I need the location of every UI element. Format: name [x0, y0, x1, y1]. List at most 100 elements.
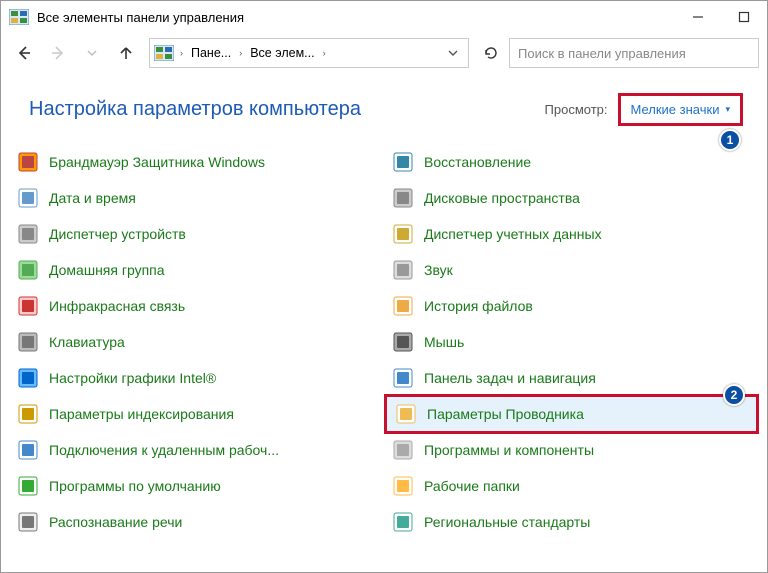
device-manager-icon: [17, 223, 39, 245]
maximize-button[interactable]: [721, 1, 767, 33]
homegroup-icon: [17, 259, 39, 281]
back-button[interactable]: [9, 38, 39, 68]
breadcrumb-item-0[interactable]: Пане...: [187, 46, 235, 60]
intel-graphics-icon: [17, 367, 39, 389]
control-panel-item[interactable]: Клавиатура: [9, 324, 384, 360]
control-panel-item[interactable]: Программы по умолчанию: [9, 468, 384, 504]
control-panel-item-label: Рабочие папки: [424, 478, 520, 494]
breadcrumb-dropdown[interactable]: [442, 46, 464, 61]
control-panel-item[interactable]: Подключения к удаленным рабоч...: [9, 432, 384, 468]
control-panel-item[interactable]: Звук: [384, 252, 759, 288]
firewall-icon: [17, 151, 39, 173]
refresh-button[interactable]: [477, 38, 505, 68]
control-panel-window: Все элементы панели управления › Пане...…: [0, 0, 768, 573]
control-panel-item[interactable]: Инфракрасная связь: [9, 288, 384, 324]
control-panel-item[interactable]: Диспетчер учетных данных: [384, 216, 759, 252]
chevron-down-icon: ▾: [725, 104, 730, 115]
forward-button[interactable]: [43, 38, 73, 68]
breadcrumb-label: Пане...: [191, 46, 231, 60]
control-panel-item[interactable]: Настройки графики Intel®: [9, 360, 384, 396]
control-panel-item[interactable]: Домашняя группа: [9, 252, 384, 288]
control-panel-item[interactable]: Брандмауэр Защитника Windows: [9, 144, 384, 180]
chevron-right-icon[interactable]: ›: [178, 48, 185, 58]
search-placeholder: Поиск в панели управления: [518, 46, 686, 61]
control-panel-item-label: Дисковые пространства: [424, 190, 580, 206]
recent-dropdown[interactable]: [77, 38, 107, 68]
datetime-icon: [17, 187, 39, 209]
control-panel-icon: [9, 9, 29, 25]
control-panel-item-label: Восстановление: [424, 154, 531, 170]
breadcrumb-item-1[interactable]: Все элем...: [246, 46, 318, 60]
taskbar-icon: [392, 367, 414, 389]
control-panel-item-label: Дата и время: [49, 190, 136, 206]
control-panel-item[interactable]: Восстановление: [384, 144, 759, 180]
view-by-value: Мелкие значки: [631, 102, 720, 117]
control-panel-item-label: Домашняя группа: [49, 262, 165, 278]
control-panel-item-label: Подключения к удаленным рабоч...: [49, 442, 279, 458]
control-panel-item-label: Параметры индексирования: [49, 406, 234, 422]
search-input[interactable]: Поиск в панели управления: [509, 38, 759, 68]
control-panel-item-label: Программы и компоненты: [424, 442, 594, 458]
storage-spaces-icon: [392, 187, 414, 209]
control-panel-item-label: Параметры Проводника: [427, 406, 584, 422]
control-panel-item-label: Брандмауэр Защитника Windows: [49, 154, 265, 170]
control-panel-item-label: Распознавание речи: [49, 514, 182, 530]
keyboard-icon: [17, 331, 39, 353]
control-panel-item[interactable]: Панель задач и навигация: [384, 360, 759, 396]
explorer-options-icon: [395, 403, 417, 425]
minimize-button[interactable]: [675, 1, 721, 33]
control-panel-item-label: Инфракрасная связь: [49, 298, 185, 314]
indexing-icon: [17, 403, 39, 425]
control-panel-item-label: Звук: [424, 262, 453, 278]
control-panel-item-label: Региональные стандарты: [424, 514, 590, 530]
chevron-right-icon[interactable]: ›: [237, 48, 244, 58]
control-panel-item-label: История файлов: [424, 298, 533, 314]
work-folders-icon: [392, 475, 414, 497]
control-panel-item[interactable]: Параметры индексирования: [9, 396, 384, 432]
file-history-icon: [392, 295, 414, 317]
control-panel-item[interactable]: Программы и компоненты: [384, 432, 759, 468]
control-panel-item[interactable]: Диспетчер устройств: [9, 216, 384, 252]
control-panel-item-label: Настройки графики Intel®: [49, 370, 216, 386]
region-icon: [392, 511, 414, 533]
control-panel-item[interactable]: История файлов: [384, 288, 759, 324]
control-panel-item-label: Диспетчер учетных данных: [424, 226, 602, 242]
page-title: Настройка параметров компьютера: [29, 98, 545, 121]
breadcrumb[interactable]: › Пане... › Все элем... ›: [149, 38, 469, 68]
control-panel-item[interactable]: Параметры Проводника: [384, 394, 759, 434]
control-panel-item[interactable]: Дата и время: [9, 180, 384, 216]
infrared-icon: [17, 295, 39, 317]
items-column-right: Восстановление Дисковые пространства Диспе…: [384, 144, 759, 540]
up-button[interactable]: [111, 38, 141, 68]
mouse-icon: [392, 331, 414, 353]
recovery-icon: [392, 151, 414, 173]
control-panel-item[interactable]: Рабочие папки: [384, 468, 759, 504]
chevron-right-icon[interactable]: ›: [321, 48, 328, 58]
control-panel-item-label: Программы по умолчанию: [49, 478, 221, 494]
control-panel-item[interactable]: Мышь: [384, 324, 759, 360]
sound-icon: [392, 259, 414, 281]
control-panel-item-label: Клавиатура: [49, 334, 125, 350]
content: Брандмауэр Защитника Windows Дата и время…: [1, 144, 767, 572]
header-row: Настройка параметров компьютера Просмотр…: [1, 73, 767, 144]
control-panel-item[interactable]: Дисковые пространства: [384, 180, 759, 216]
default-programs-icon: [17, 475, 39, 497]
control-panel-item[interactable]: Распознавание речи: [9, 504, 384, 540]
control-panel-item-label: Панель задач и навигация: [424, 370, 596, 386]
annotation-badge-2: 2: [723, 384, 745, 406]
credential-manager-icon: [392, 223, 414, 245]
titlebar: Все элементы панели управления: [1, 1, 767, 33]
speech-icon: [17, 511, 39, 533]
control-panel-item[interactable]: Региональные стандарты: [384, 504, 759, 540]
window-title: Все элементы панели управления: [37, 10, 675, 25]
view-by-dropdown[interactable]: Мелкие значки ▾: [618, 93, 744, 126]
control-panel-item-label: Мышь: [424, 334, 464, 350]
remote-app-icon: [17, 439, 39, 461]
programs-features-icon: [392, 439, 414, 461]
view-by-label: Просмотр:: [545, 102, 608, 117]
breadcrumb-label: Все элем...: [250, 46, 314, 60]
control-panel-icon: [154, 45, 174, 61]
items-column-left: Брандмауэр Защитника Windows Дата и время…: [9, 144, 384, 540]
control-panel-item-label: Диспетчер устройств: [49, 226, 186, 242]
navbar: › Пане... › Все элем... › Поиск в панели…: [1, 33, 767, 73]
